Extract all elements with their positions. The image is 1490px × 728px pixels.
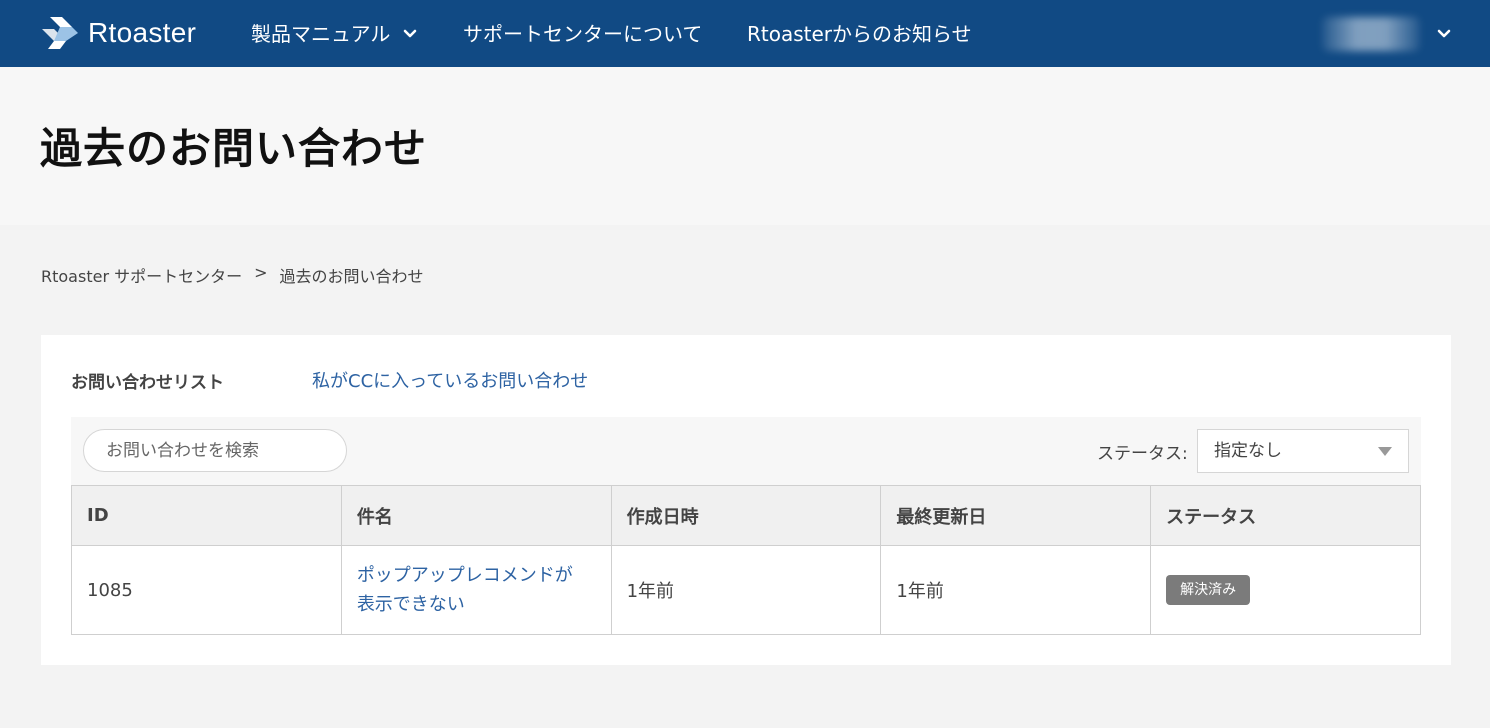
status-filter-selected: 指定なし [1214,441,1282,461]
cell-id: 1085 [71,545,342,635]
column-header-created[interactable]: 作成日時 [610,485,882,546]
subject-line-1: ポップアップレコメンドが [356,565,573,586]
tab-request-list[interactable]: お問い合わせリスト [71,368,224,393]
status-filter-select[interactable]: 指定なし [1197,429,1409,473]
column-header-status[interactable]: ステータス [1150,485,1421,546]
filter-toolbar: ステータス: 指定なし [71,417,1421,485]
rtoaster-logo-icon [42,17,78,49]
requests-table: ID 件名 作成日時 最終更新日 ステータス 1085 ポップアップレコメンドが… [71,485,1421,635]
chevron-down-icon [404,29,417,37]
table-row: 1085 ポップアップレコメンドが 表示できない 1年前 1年前 解決済み [71,545,1421,635]
nav-about-support-center-label: サポートセンターについて [463,21,703,46]
requests-panel: お問い合わせリスト 私がCCに入っているお問い合わせ ステータス: 指定なし I… [41,335,1451,665]
breadcrumb-separator: > [254,263,268,282]
subject-link[interactable]: ポップアップレコメンドが 表示できない [357,561,596,619]
column-header-updated[interactable]: 最終更新日 [880,485,1152,546]
dropdown-caret-icon [1378,447,1392,456]
subject-line-2: 表示できない [356,594,465,615]
rtoaster-logo[interactable]: Rtoaster [40,14,196,52]
nav-product-manual[interactable]: 製品マニュアル [251,0,418,67]
user-name-blurred[interactable] [1322,17,1420,51]
page-title: 過去のお問い合わせ [40,124,428,173]
status-badge: 解決済み [1166,575,1251,605]
breadcrumb-home-link[interactable]: Rtoaster サポートセンター [41,263,242,287]
status-filter-label: ステータス: [1097,444,1188,464]
cell-updated: 1年前 [880,545,1152,635]
nav-product-manual-label: 製品マニュアル [251,21,391,46]
nav-rtoaster-news-label: Rtoasterからのお知らせ [747,21,972,46]
column-header-subject[interactable]: 件名 [340,485,612,546]
user-menu-chevron-icon[interactable] [1436,26,1452,42]
nav-about-support-center[interactable]: サポートセンターについて [463,0,702,67]
logo-text: Rtoaster [88,17,197,48]
breadcrumb-current: 過去のお問い合わせ [279,267,424,286]
cell-status: 解決済み [1150,545,1421,635]
cell-subject: ポップアップレコメンドが 表示できない [340,545,612,635]
column-header-id[interactable]: ID [71,485,342,546]
top-navigation-bar: Rtoaster 製品マニュアル サポートセンターについて Rtoasterから… [0,0,1490,67]
page-title-band: 過去のお問い合わせ [0,67,1490,225]
tab-cc-requests-link[interactable]: 私がCCに入っているお問い合わせ [312,367,588,393]
table-header-row: ID 件名 作成日時 最終更新日 ステータス [71,485,1421,546]
nav-rtoaster-news[interactable]: Rtoasterからのお知らせ [747,0,972,67]
breadcrumb: Rtoaster サポートセンター > 過去のお問い合わせ [41,263,424,287]
cell-created: 1年前 [610,545,882,635]
search-input[interactable] [83,429,347,472]
